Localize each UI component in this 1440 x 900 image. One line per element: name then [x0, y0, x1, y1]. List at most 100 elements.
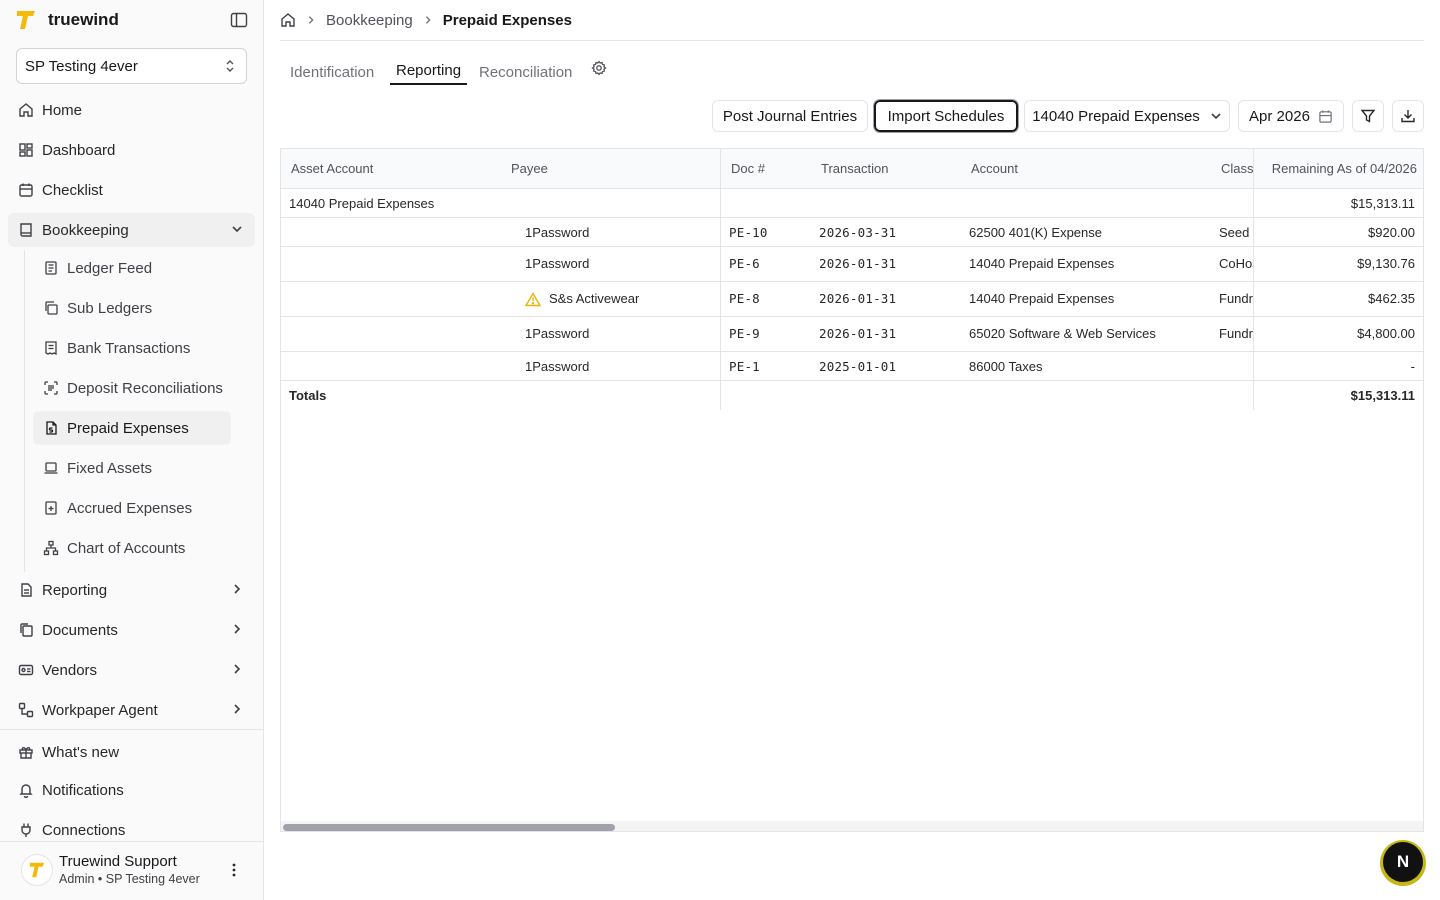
column-header-class[interactable]: Class — [1221, 149, 1253, 189]
tab-reporting[interactable]: Reporting — [390, 58, 468, 85]
gear-icon[interactable] — [591, 60, 607, 76]
nav-workpaper-agent[interactable]: Workpaper Agent — [8, 693, 255, 727]
nav-bookkeeping[interactable]: Bookkeeping — [8, 213, 255, 247]
cell-class: Seed I — [1219, 225, 1253, 240]
tab-reconciliation[interactable]: Reconciliation — [473, 58, 578, 86]
group-remaining: $15,313.11 — [1350, 196, 1415, 211]
breadcrumb-bookkeeping[interactable]: Bookkeeping — [326, 12, 413, 29]
sidebar-item-sub-ledgers[interactable]: Sub Ledgers — [33, 291, 231, 325]
page-title: Prepaid Expenses — [442, 11, 572, 29]
truewind-logo-icon — [29, 862, 45, 878]
more-vertical-icon[interactable] — [226, 862, 242, 878]
nav-workpaper-agent-label: Workpaper Agent — [42, 701, 158, 719]
nav-vendors[interactable]: Vendors — [8, 653, 255, 687]
header-divider — [280, 40, 1424, 41]
documents-icon — [20, 623, 33, 637]
sidebar-item-fixed-assets[interactable]: Fixed Assets — [33, 451, 231, 485]
filter-icon — [1360, 109, 1376, 123]
file-dollar-icon — [46, 421, 57, 435]
home-icon[interactable] — [280, 12, 296, 28]
cell-transaction-date: 2026-01-31 — [819, 326, 897, 341]
cell-doc: PE-10 — [729, 225, 768, 240]
download-button[interactable] — [1392, 100, 1424, 132]
tab-identification[interactable]: Identification — [284, 58, 380, 86]
sidebar-item-ledger-feed[interactable]: Ledger Feed — [33, 251, 231, 285]
nav-checklist-label: Checklist — [42, 181, 103, 199]
group-asset-account: 14040 Prepaid Expenses — [289, 196, 435, 211]
column-header-payee[interactable]: Payee — [511, 149, 711, 189]
nav-notifications[interactable]: Notifications — [8, 773, 255, 807]
cell-remaining: $4,800.00 — [1357, 326, 1415, 341]
cell-account: 65020 Software & Web Services — [969, 326, 1156, 341]
company-selector-value: SP Testing 4ever — [25, 57, 138, 75]
sidebar-item-label: Deposit Reconciliations — [67, 379, 223, 397]
sidebar-divider — [0, 729, 264, 730]
sidebar-item-label: Accrued Expenses — [67, 499, 193, 517]
sidebar-item-chart-of-accounts[interactable]: Chart of Accounts — [33, 531, 231, 565]
sidebar-item-label: Prepaid Expenses — [67, 419, 189, 437]
period-value: Apr 2026 — [1249, 107, 1310, 125]
cell-doc: PE-1 — [729, 359, 760, 374]
cell-class: Fundra — [1219, 326, 1253, 341]
totals-label: Totals — [289, 388, 327, 403]
period-picker[interactable]: Apr 2026 — [1238, 100, 1344, 132]
plug-icon — [21, 823, 31, 837]
column-header-asset-account[interactable]: Asset Account — [291, 149, 491, 189]
cell-transaction-date: 2026-03-31 — [819, 225, 897, 240]
nav-home[interactable]: Home — [8, 93, 255, 127]
column-header-doc[interactable]: Doc # — [731, 149, 811, 189]
cell-class: CoHos — [1219, 256, 1253, 271]
cell-remaining: - — [1410, 359, 1415, 374]
filter-button[interactable] — [1352, 100, 1384, 132]
sidebar-item-accrued-expenses[interactable]: Accrued Expenses — [33, 491, 231, 525]
horizontal-scrollbar[interactable] — [281, 821, 1423, 831]
account-filter-select[interactable]: 14040 Prepaid Expenses — [1024, 100, 1230, 132]
brand[interactable]: truewind — [16, 8, 119, 32]
file-text-icon — [21, 583, 32, 597]
warning-icon[interactable] — [525, 292, 541, 307]
nav-whats-new-label: What's new — [42, 743, 120, 761]
sidebar-item-label: Sub Ledgers — [67, 299, 153, 317]
sidebar-item-bank-transactions[interactable]: Bank Transactions — [33, 331, 231, 365]
nav-notifications-label: Notifications — [42, 781, 124, 799]
column-header-remaining[interactable]: Remaining As of 04/2026 — [1265, 149, 1417, 189]
assistant-launcher[interactable]: N — [1380, 840, 1426, 886]
nav-documents-label: Documents — [42, 621, 118, 639]
column-divider — [1253, 149, 1254, 410]
nav-dashboard[interactable]: Dashboard — [8, 133, 255, 167]
cell-account: 14040 Prepaid Expenses — [969, 256, 1115, 271]
nav-checklist[interactable]: Checklist — [8, 173, 255, 207]
calendar-check-icon — [19, 183, 33, 197]
cell-account: 86000 Taxes — [969, 359, 1043, 374]
chevron-right-icon — [234, 704, 241, 714]
user-menu[interactable]: Truewind Support Admin • SP Testing 4eve… — [21, 853, 200, 887]
nav-whats-new[interactable]: What's new — [8, 735, 255, 769]
company-selector[interactable]: SP Testing 4ever — [16, 48, 247, 84]
chevron-down-icon — [1211, 113, 1221, 120]
column-header-account[interactable]: Account — [971, 149, 1211, 189]
chevron-right-icon — [234, 584, 241, 594]
nav-documents[interactable]: Documents — [8, 613, 255, 647]
scrollbar-thumb[interactable] — [283, 824, 615, 831]
import-schedules-button[interactable]: Import Schedules — [873, 99, 1019, 133]
column-header-transaction[interactable]: Transaction — [821, 149, 961, 189]
cell-transaction-date: 2026-01-31 — [819, 291, 897, 306]
breadcrumb: Bookkeeping Prepaid Expenses — [280, 10, 572, 30]
nav-vendors-label: Vendors — [42, 661, 98, 679]
sidebar-item-deposit-reconciliations[interactable]: Deposit Reconciliations — [33, 371, 231, 405]
laptop-icon — [44, 462, 58, 474]
chevron-up-down-icon — [226, 60, 234, 72]
chevron-right-icon — [425, 16, 431, 24]
post-journal-entries-label: Post Journal Entries — [722, 107, 858, 125]
sidebar-toggle-icon[interactable] — [230, 12, 248, 28]
sidebar: truewind SP Testing 4ever Home Dashboard… — [0, 0, 264, 900]
sidebar-divider — [0, 841, 264, 842]
nav-reporting[interactable]: Reporting — [8, 573, 255, 607]
cell-payee: 1Password — [525, 359, 590, 374]
prepaid-schedule-table: Asset Account Payee Doc # Transaction Ac… — [280, 148, 1424, 832]
app-name: truewind — [48, 10, 119, 29]
sidebar-item-prepaid-expenses[interactable]: Prepaid Expenses — [33, 411, 231, 445]
post-journal-entries-button[interactable]: Post Journal Entries — [712, 100, 868, 132]
sitemap-icon — [43, 540, 59, 556]
sidebar-item-label: Fixed Assets — [67, 459, 153, 477]
